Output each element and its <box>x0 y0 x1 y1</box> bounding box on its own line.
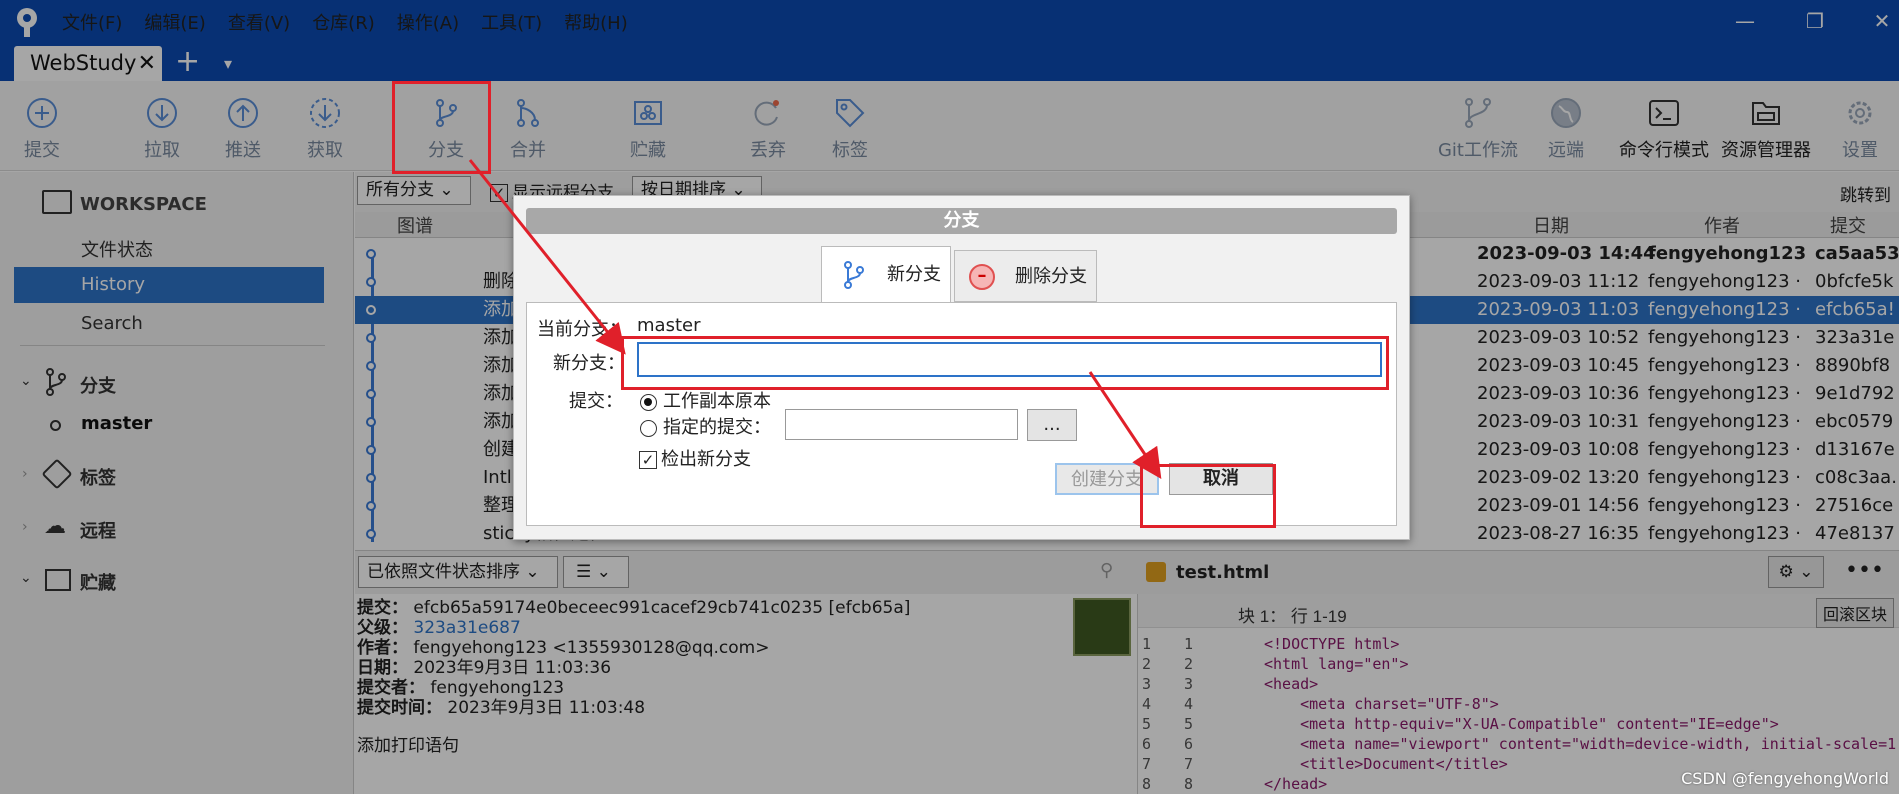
commit-label: 提交： <box>569 391 623 412</box>
watermark: CSDN @fengyehongWorld <box>1681 769 1889 788</box>
radio-working-copy[interactable]: 工作副本原本 <box>640 387 771 413</box>
checkout-new-branch-checkbox[interactable]: ✓ 检出新分支 <box>639 445 751 471</box>
highlight-branch-button <box>392 81 491 174</box>
tab-new-branch[interactable]: 新分支 <box>821 246 951 302</box>
highlight-new-branch-input <box>621 336 1389 390</box>
browse-commit-button[interactable]: ... <box>1027 409 1077 441</box>
branch-icon <box>844 261 864 289</box>
specified-commit-input[interactable] <box>785 409 1018 440</box>
dialog-title: 分支 <box>526 208 1397 234</box>
current-branch-label: 当前分支： <box>537 319 627 340</box>
current-branch-value: master <box>637 315 701 336</box>
minus-circle-icon: – <box>969 264 995 290</box>
radio-icon <box>640 419 657 437</box>
radio-specified-commit[interactable]: 指定的提交： <box>640 413 771 439</box>
highlight-create-button <box>1140 464 1276 528</box>
radio-icon <box>640 393 657 411</box>
new-branch-label: 新分支： <box>553 353 625 374</box>
tab-delete-branch[interactable]: – 删除分支 <box>954 250 1097 302</box>
